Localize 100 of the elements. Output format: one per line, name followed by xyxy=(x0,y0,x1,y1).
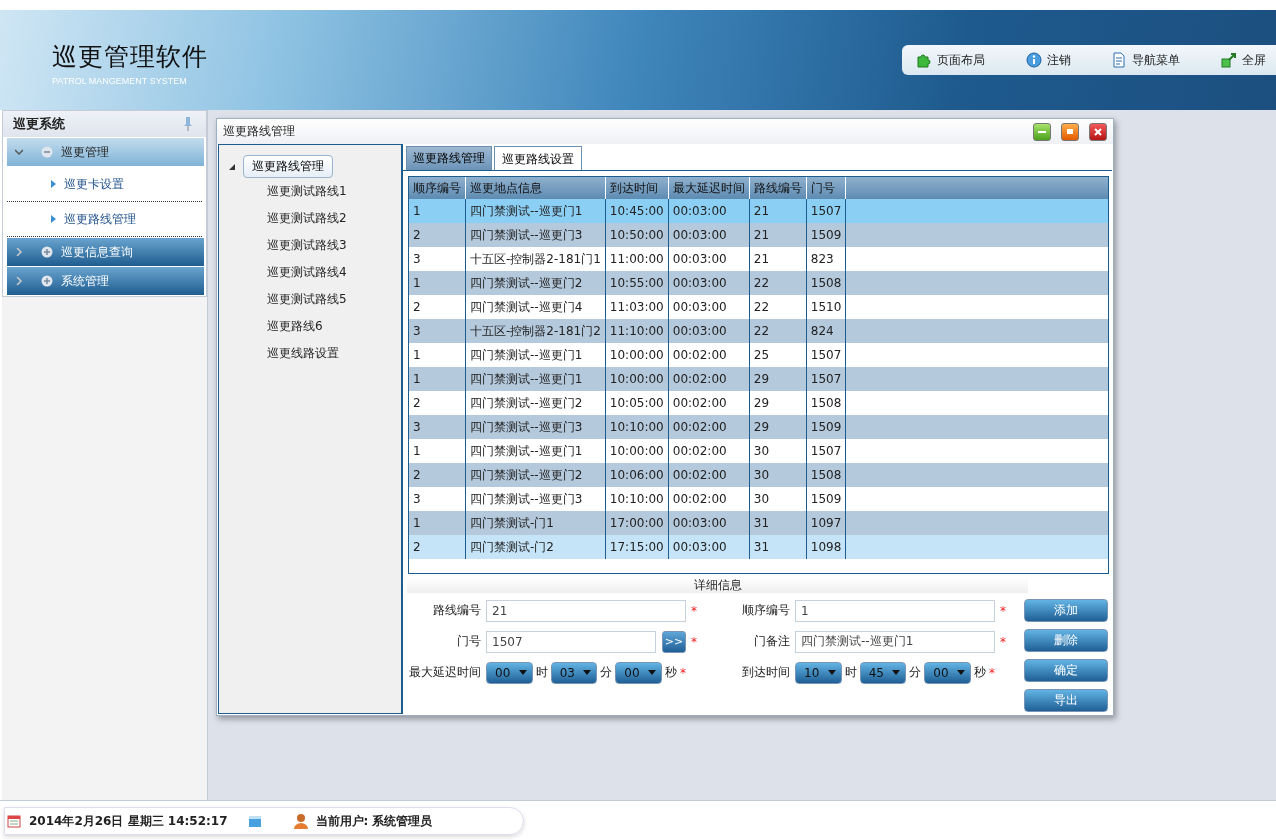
tree-node[interactable]: 巡更测试路线3 xyxy=(229,232,347,259)
toolbar-button[interactable]: 页面布局 xyxy=(916,51,985,69)
table-cell: 1508 xyxy=(806,463,846,487)
column-header[interactable]: 门号 xyxy=(806,177,846,199)
time-dropdown[interactable]: 10 xyxy=(795,661,842,684)
table-cell: 11:10:00 xyxy=(605,319,669,343)
calendar-icon xyxy=(7,814,21,828)
input-field[interactable]: 21 xyxy=(486,599,686,622)
table-row[interactable]: 3 十五区-控制器2-181门1 11:00:00 00:03:00 21 823 xyxy=(409,247,1108,271)
accordion-header[interactable]: 系统管理 xyxy=(7,267,204,295)
action-button[interactable]: 确定 xyxy=(1024,659,1108,682)
table-row[interactable]: 1 四门禁测试--巡更门1 10:00:00 00:02:00 30 1507 xyxy=(409,439,1108,463)
sidebar-link[interactable]: 巡更路线管理 xyxy=(64,210,136,228)
tree-node[interactable]: 巡更测试路线5 xyxy=(229,286,347,313)
table-row[interactable]: 3 四门禁测试--巡更门3 10:10:00 00:02:00 30 1509 xyxy=(409,487,1108,511)
close-button[interactable] xyxy=(1089,122,1107,141)
action-button[interactable]: 添加 xyxy=(1024,599,1108,622)
input-field[interactable]: 四门禁测试--巡更门1 xyxy=(795,630,995,653)
action-button[interactable]: 删除 xyxy=(1024,629,1108,652)
table-cell: 1098 xyxy=(806,535,846,559)
accordion-header[interactable]: 巡更管理 xyxy=(7,138,204,166)
table-cell: 四门禁测试--巡更门1 xyxy=(465,439,606,463)
table-row[interactable]: 2 四门禁测试--巡更门4 11:03:00 00:03:00 22 1510 xyxy=(409,295,1108,319)
time-dropdown[interactable]: 03 xyxy=(550,661,598,684)
field-label: 顺序编号 xyxy=(741,602,790,619)
required-mark: * xyxy=(691,634,698,649)
table-row[interactable]: 1 四门禁测试--巡更门1 10:45:00 00:03:00 21 1507 xyxy=(409,199,1108,223)
action-button[interactable]: 导出 xyxy=(1024,689,1108,712)
table-cell: 2 xyxy=(409,535,466,559)
input-field[interactable]: 1507 xyxy=(486,630,657,653)
required-mark: * xyxy=(680,665,686,680)
table-cell: 1509 xyxy=(806,487,846,511)
table-row[interactable]: 3 四门禁测试--巡更门3 10:10:00 00:02:00 29 1509 xyxy=(409,415,1108,439)
tab[interactable]: 巡更路线设置 xyxy=(494,146,582,170)
table-row[interactable]: 3 十五区-控制器2-181门2 11:10:00 00:03:00 22 824 xyxy=(409,319,1108,343)
table-cell: 十五区-控制器2-181门1 xyxy=(465,247,606,271)
table-cell: 1509 xyxy=(806,415,846,439)
column-header[interactable]: 巡更地点信息 xyxy=(465,177,606,199)
table-cell: 30 xyxy=(749,487,807,511)
column-header[interactable]: 最大延迟时间 xyxy=(668,177,750,199)
toolbar-button[interactable]: 全屏 xyxy=(1220,51,1266,69)
table-row[interactable]: 2 四门禁测试--巡更门2 10:06:00 00:02:00 30 1508 xyxy=(409,463,1108,487)
toolbar-button[interactable]: 注销 xyxy=(1025,51,1071,69)
unit-label: 秒 xyxy=(665,664,677,681)
accordion-header[interactable]: 巡更信息查询 xyxy=(7,238,204,266)
pick-button[interactable]: >> xyxy=(662,630,686,653)
unit-label: 时 xyxy=(844,664,857,681)
table-cell: 00:03:00 xyxy=(668,511,750,535)
table-row[interactable]: 1 四门禁测试--巡更门2 10:55:00 00:03:00 22 1508 xyxy=(409,271,1108,295)
app-title: 巡更管理软件 xyxy=(52,41,208,73)
tree-node[interactable]: 巡更路线管理 xyxy=(243,155,333,178)
sidebar-link[interactable]: 巡更卡设置 xyxy=(64,175,124,193)
caret-icon xyxy=(583,670,592,675)
table-cell: 29 xyxy=(749,391,807,415)
table-cell: 2 xyxy=(409,295,466,319)
column-header[interactable]: 到达时间 xyxy=(605,177,669,199)
tab[interactable]: 巡更路线管理 xyxy=(406,146,492,170)
app-subtitle: PATROL MANGEMENT SYSTEM xyxy=(52,76,188,86)
table-row[interactable]: 2 四门禁测试--巡更门3 10:50:00 00:03:00 21 1509 xyxy=(409,223,1108,247)
expand-icon[interactable] xyxy=(229,163,235,170)
column-header[interactable]: 顺序编号 xyxy=(409,177,466,199)
time-dropdown[interactable]: 00 xyxy=(924,661,971,684)
table-cell: 30 xyxy=(749,463,807,487)
table-row[interactable]: 1 四门禁测试--巡更门1 10:00:00 00:02:00 29 1507 xyxy=(409,367,1108,391)
table-cell: 00:02:00 xyxy=(668,463,750,487)
toolbar-button[interactable]: 导航菜单 xyxy=(1111,51,1181,69)
table-row[interactable]: 2 四门禁测试-门2 17:15:00 00:03:00 31 1098 xyxy=(409,535,1108,559)
minimize-button[interactable] xyxy=(1033,122,1051,141)
table-row[interactable]: 1 四门禁测试--巡更门1 10:00:00 00:02:00 25 1507 xyxy=(409,343,1108,367)
tree-node[interactable]: 巡更测试路线1 xyxy=(229,178,347,205)
tree-node[interactable]: 巡更测试路线4 xyxy=(229,259,347,286)
restore-button[interactable] xyxy=(1061,122,1079,141)
chevron-icon xyxy=(15,248,23,256)
table-cell: 21 xyxy=(749,223,807,247)
table-row[interactable]: 1 四门禁测试-门1 17:00:00 00:03:00 31 1097 xyxy=(409,511,1108,535)
tree-node[interactable]: 巡更线路设置 xyxy=(229,340,339,367)
table-cell: 1509 xyxy=(806,223,846,247)
tree-node[interactable]: 巡更路线6 xyxy=(229,313,323,340)
tree-node[interactable]: 巡更测试路线2 xyxy=(229,205,347,232)
unit-label: 秒 xyxy=(974,664,986,681)
table-cell: 1 xyxy=(409,343,466,367)
table-row[interactable]: 2 四门禁测试--巡更门2 10:05:00 00:02:00 29 1508 xyxy=(409,391,1108,415)
table-cell: 17:00:00 xyxy=(605,511,669,535)
table-cell: 四门禁测试--巡更门1 xyxy=(465,367,606,391)
time-dropdown[interactable]: 00 xyxy=(615,661,662,684)
table-cell: 10:10:00 xyxy=(605,415,669,439)
table-cell: 00:03:00 xyxy=(668,223,750,247)
table-cell: 3 xyxy=(409,487,466,511)
table-cell: 10:55:00 xyxy=(605,271,669,295)
table-cell: 00:02:00 xyxy=(668,391,750,415)
table-cell: 四门禁测试--巡更门2 xyxy=(465,391,606,415)
table-cell: 29 xyxy=(749,367,807,391)
time-dropdown[interactable]: 00 xyxy=(486,661,533,684)
plus-icon xyxy=(41,275,53,287)
input-field[interactable]: 1 xyxy=(795,599,995,622)
field-label: 到达时间 xyxy=(741,664,790,681)
time-dropdown[interactable]: 45 xyxy=(859,661,907,684)
table-cell: 2 xyxy=(409,463,466,487)
user-icon xyxy=(293,813,308,829)
column-header[interactable]: 路线编号 xyxy=(749,177,807,199)
